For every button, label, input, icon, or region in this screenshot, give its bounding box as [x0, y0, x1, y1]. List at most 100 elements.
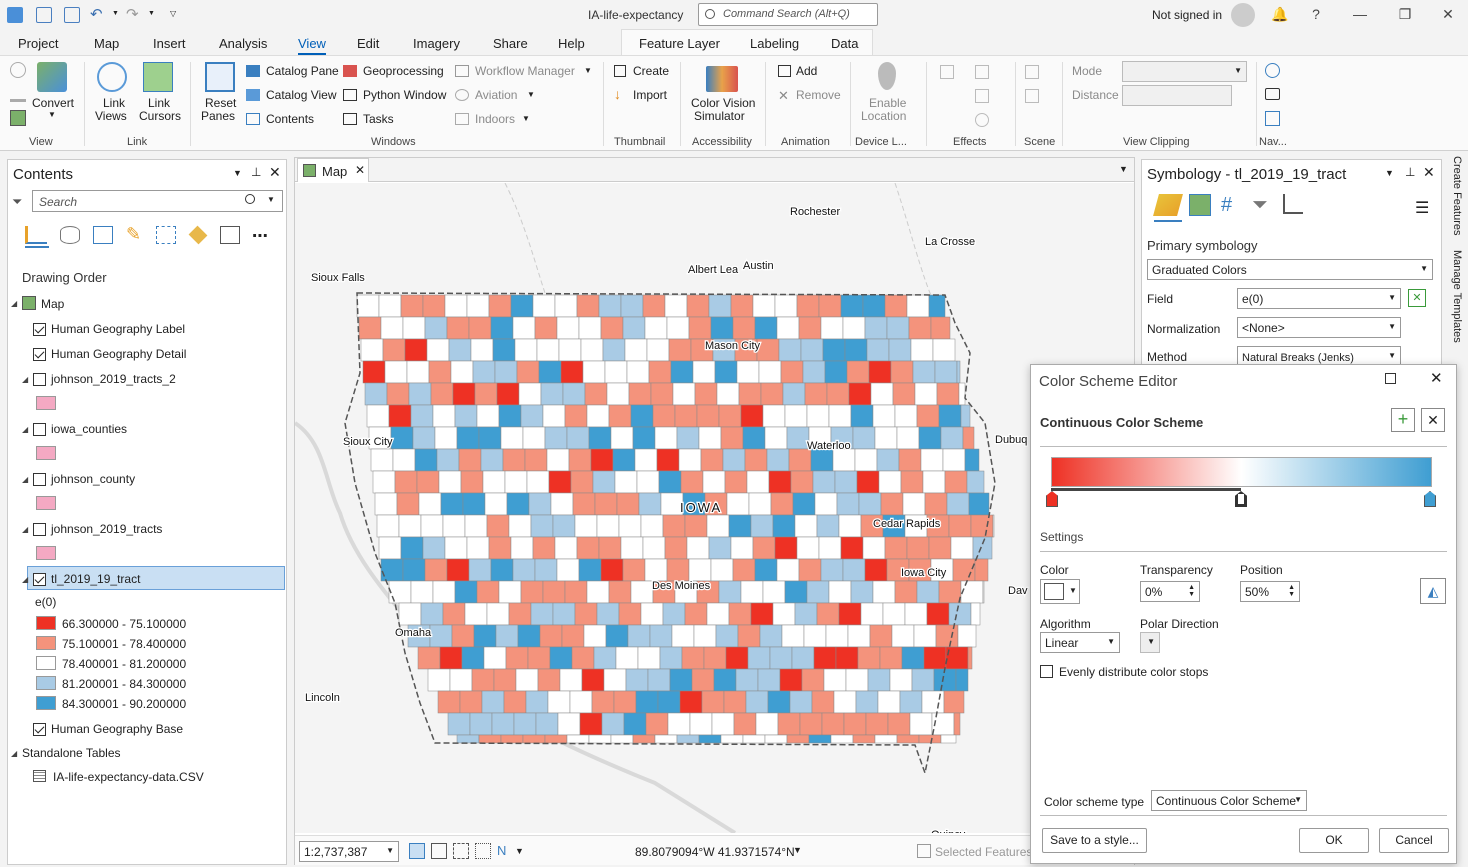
effects-icon[interactable] — [975, 89, 989, 103]
tract-polygon[interactable] — [942, 448, 966, 472]
tract-polygon[interactable] — [676, 426, 700, 450]
tract-polygon[interactable] — [756, 338, 780, 362]
tract-polygon[interactable] — [684, 602, 708, 626]
geoprocessing-button[interactable]: Geoprocessing — [363, 64, 444, 78]
tract-polygon[interactable] — [738, 382, 762, 406]
tract-polygon[interactable] — [446, 316, 470, 340]
tract-polygon[interactable] — [862, 536, 886, 560]
tract-polygon[interactable] — [600, 558, 624, 582]
tract-polygon[interactable] — [970, 602, 981, 626]
tract-polygon[interactable] — [616, 492, 640, 516]
tract-polygon[interactable] — [596, 514, 620, 538]
tasks-button[interactable]: Tasks — [363, 112, 394, 126]
tract-polygon[interactable] — [689, 712, 713, 736]
tract-polygon[interactable] — [447, 712, 471, 736]
tract-polygon[interactable] — [764, 426, 788, 450]
tract-polygon[interactable] — [420, 602, 444, 626]
link-views-label[interactable]: Views — [95, 109, 127, 123]
tract-polygon[interactable] — [934, 360, 958, 384]
python-window-button[interactable]: Python Window — [363, 88, 446, 102]
legend-class-swatch[interactable] — [36, 676, 56, 690]
tract-polygon[interactable] — [892, 382, 916, 406]
tract-polygon[interactable] — [646, 338, 670, 362]
avatar[interactable] — [1231, 3, 1255, 27]
selected-features-count[interactable]: Selected Features: — [935, 845, 1036, 859]
tract-polygon[interactable] — [816, 514, 840, 538]
expand-icon[interactable]: ◢ — [22, 375, 32, 384]
tract-polygon[interactable] — [400, 536, 424, 560]
tract-polygon[interactable] — [910, 338, 934, 362]
tract-polygon[interactable] — [906, 294, 930, 318]
undo-icon[interactable]: ↶ — [90, 5, 103, 23]
tract-polygon[interactable] — [850, 404, 874, 428]
tract-polygon[interactable] — [588, 426, 612, 450]
tract-polygon[interactable] — [527, 646, 551, 670]
tract-polygon[interactable] — [524, 448, 548, 472]
tract-polygon[interactable] — [869, 624, 893, 648]
tract-polygon[interactable] — [935, 624, 959, 648]
tract-polygon[interactable] — [886, 316, 910, 340]
tract-polygon[interactable] — [698, 734, 722, 744]
tract-polygon[interactable] — [982, 580, 985, 604]
tract-polygon[interactable] — [879, 646, 903, 670]
normalization-select[interactable]: <None> ▼ — [1237, 317, 1401, 338]
tract-polygon[interactable] — [576, 294, 600, 318]
tab-share[interactable]: Share — [493, 36, 528, 51]
tract-polygon[interactable] — [664, 536, 688, 560]
primary-symbology-icon[interactable] — [1153, 194, 1183, 216]
map-canvas[interactable]: Rochester La Crosse Sioux Falls Albert Lea A… — [295, 183, 1134, 833]
tract-polygon[interactable] — [882, 602, 906, 626]
pane-options-icon[interactable]: ▼ — [233, 168, 242, 178]
tract-polygon[interactable] — [876, 448, 900, 472]
tract-polygon[interactable] — [740, 580, 764, 604]
map-view[interactable]: Map ✕ ▼ Rochester La Crosse Sioux Falls Alb… — [294, 157, 1135, 865]
tract-polygon[interactable] — [461, 646, 485, 670]
layer-human-geography-base[interactable]: Human Geography Base — [51, 722, 183, 736]
tract-polygon[interactable] — [370, 448, 394, 472]
tract-polygon[interactable] — [552, 602, 576, 626]
map-node[interactable]: Map — [41, 297, 64, 311]
tract-polygon[interactable] — [608, 580, 632, 604]
navigator-icon[interactable] — [1265, 63, 1280, 78]
clipping-mode-select[interactable]: ▼ — [1122, 61, 1247, 82]
tract-polygon[interactable] — [440, 492, 464, 516]
tract-polygon[interactable] — [818, 294, 842, 318]
tract-polygon[interactable] — [642, 294, 666, 318]
tract-polygon[interactable] — [469, 712, 493, 736]
tract-polygon[interactable] — [823, 668, 847, 692]
tract-polygon[interactable] — [752, 294, 776, 318]
tract-polygon[interactable] — [680, 470, 704, 494]
tract-polygon[interactable] — [592, 470, 616, 494]
tract-polygon[interactable] — [492, 338, 516, 362]
tract-polygon[interactable] — [568, 448, 592, 472]
tract-polygon[interactable] — [517, 624, 541, 648]
tract-polygon[interactable] — [974, 558, 989, 582]
tract-polygon[interactable] — [476, 580, 500, 604]
tract-polygon[interactable] — [786, 426, 810, 450]
redo-dropdown-icon[interactable]: ▼ — [148, 10, 155, 17]
scheme-type-select[interactable]: Continuous Color Scheme ▼ — [1151, 790, 1307, 811]
tract-polygon[interactable] — [502, 448, 526, 472]
tract-polygon[interactable] — [437, 690, 461, 714]
list-by-drawing-order-icon[interactable] — [25, 226, 47, 244]
tract-polygon[interactable] — [700, 448, 724, 472]
tract-polygon[interactable] — [625, 668, 649, 692]
tract-polygon[interactable] — [432, 404, 456, 428]
tract-polygon[interactable] — [708, 294, 732, 318]
method-select[interactable]: Natural Breaks (Jenks) ▼ — [1237, 346, 1401, 365]
tract-polygon[interactable] — [544, 734, 568, 744]
tract-polygon[interactable] — [803, 624, 827, 648]
effects-icon[interactable] — [940, 65, 954, 79]
tract-polygon[interactable] — [640, 514, 664, 538]
tract-polygon[interactable] — [360, 338, 384, 362]
tract-polygon[interactable] — [794, 602, 818, 626]
tract-polygon[interactable] — [710, 558, 734, 582]
tract-polygon[interactable] — [757, 668, 781, 692]
layer-human-geography-detail[interactable]: Human Geography Detail — [51, 347, 186, 361]
pin-icon[interactable]: ⊥ — [251, 165, 261, 179]
map-scale-select[interactable]: 1:2,737,387 ▼ — [299, 841, 399, 862]
tract-polygon[interactable] — [672, 382, 696, 406]
tract-polygon[interactable] — [402, 316, 426, 340]
tract-polygon[interactable] — [642, 536, 666, 560]
tract-polygon[interactable] — [759, 624, 783, 648]
